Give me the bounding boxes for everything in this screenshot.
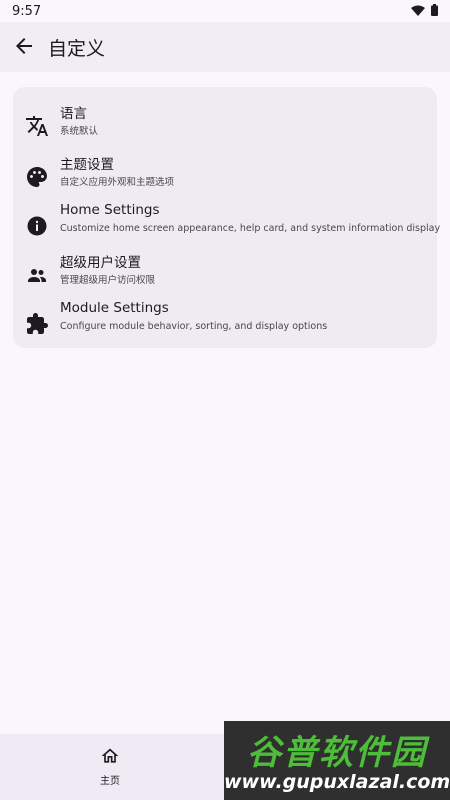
top-app-bar: 自定义 bbox=[0, 22, 450, 72]
palette-icon bbox=[27, 167, 47, 187]
setting-item-module-settings[interactable]: Module Settings Configure module behavio… bbox=[13, 300, 437, 349]
people-icon bbox=[28, 269, 46, 282]
setting-subtitle: Configure module behavior, sorting, and … bbox=[60, 321, 328, 332]
setting-title: Home Settings bbox=[60, 202, 160, 218]
status-time: 9:57 bbox=[12, 4, 42, 19]
wifi-icon bbox=[411, 5, 425, 16]
setting-item-language[interactable]: 语言 系统默认 bbox=[13, 102, 437, 151]
setting-item-home-settings[interactable]: Home Settings Customize home screen appe… bbox=[13, 202, 441, 251]
setting-title: 主题设置 bbox=[60, 157, 114, 173]
info-icon bbox=[27, 216, 47, 236]
setting-item-theme[interactable]: 主题设置 自定义应用外观和主题选项 bbox=[13, 153, 437, 202]
setting-subtitle: 管理超级用户访问权限 bbox=[60, 275, 156, 286]
translate-icon bbox=[26, 116, 48, 136]
status-bar: 9:57 bbox=[0, 0, 450, 22]
setting-title: 超级用户设置 bbox=[60, 255, 141, 271]
setting-subtitle: 自定义应用外观和主题选项 bbox=[60, 177, 175, 188]
puzzle-icon bbox=[27, 313, 48, 334]
settings-card: 语言 系统默认 主题设置 自定义应用外观和主题选项 Home Settings … bbox=[13, 87, 441, 349]
page-title: 自定义 bbox=[48, 38, 106, 60]
setting-subtitle: 系统默认 bbox=[60, 126, 99, 137]
watermark-url: www.gupuxlazal.com bbox=[224, 771, 450, 793]
battery-icon bbox=[431, 4, 438, 16]
home-icon bbox=[101, 748, 119, 763]
setting-title: Module Settings bbox=[60, 300, 169, 316]
nav-item-home[interactable]: 主页 bbox=[80, 734, 140, 800]
watermark-brand: 谷普软件园 bbox=[247, 733, 427, 773]
back-arrow-icon[interactable] bbox=[12, 34, 36, 58]
setting-subtitle: Customize home screen appearance, help c… bbox=[60, 223, 441, 234]
status-icons bbox=[411, 4, 438, 16]
nav-home-label: 主页 bbox=[100, 776, 120, 787]
setting-title: 语言 bbox=[60, 106, 87, 122]
watermark-logo: 谷普软件园 www.gupuxlazal.com bbox=[224, 721, 450, 800]
setting-item-superuser[interactable]: 超级用户设置 管理超级用户访问权限 bbox=[13, 251, 437, 300]
